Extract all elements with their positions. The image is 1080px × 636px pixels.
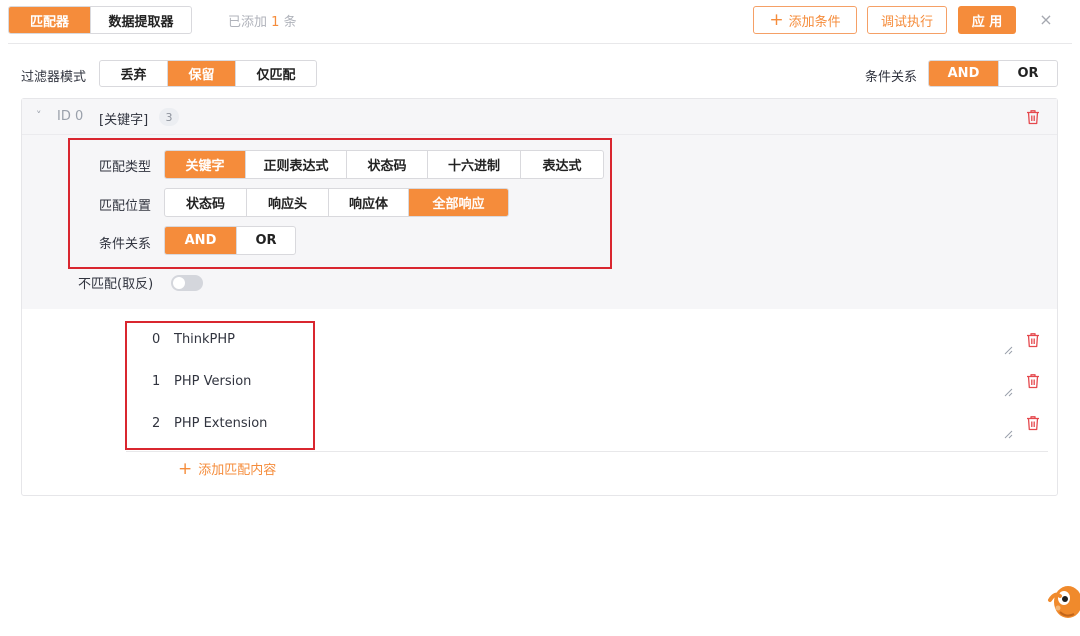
trash-icon[interactable] xyxy=(1026,373,1040,389)
debug-run-button[interactable]: 调试执行 xyxy=(867,6,947,34)
toggle-knob xyxy=(173,277,185,289)
close-icon[interactable]: × xyxy=(1035,8,1057,30)
highlight-box-config xyxy=(68,138,612,269)
matcher-id: ID 0 xyxy=(57,109,84,124)
resize-handle-icon[interactable] xyxy=(1003,387,1013,397)
highlight-box-items xyxy=(125,321,315,450)
condition-relation-label: 条件关系 xyxy=(865,70,918,85)
negate-label: 不匹配(取反) xyxy=(78,277,154,292)
plus-icon: + xyxy=(178,459,193,479)
resize-handle-icon[interactable] xyxy=(1003,345,1013,355)
add-match-content-button[interactable]: + 添加匹配内容 xyxy=(178,459,277,479)
matcher-type-tag: [关键字] xyxy=(99,113,149,128)
negate-toggle[interactable] xyxy=(171,275,203,291)
mascot-icon[interactable] xyxy=(1046,578,1080,628)
added-count: 1 xyxy=(271,15,280,30)
add-condition-button[interactable]: + 添加条件 xyxy=(753,6,857,34)
added-suffix: 条 xyxy=(283,15,297,30)
trash-icon[interactable] xyxy=(1026,332,1040,348)
add-condition-label: 添加条件 xyxy=(788,14,841,30)
filter-mode-discard[interactable]: 丢弃 xyxy=(100,61,168,86)
apply-button[interactable]: 应 用 xyxy=(958,6,1016,34)
condition-relation-selector: AND OR xyxy=(928,60,1058,87)
filter-mode-match-only[interactable]: 仅匹配 xyxy=(236,61,316,86)
trash-icon[interactable] xyxy=(1026,109,1040,125)
condition-relation-and[interactable]: AND xyxy=(929,61,999,86)
matcher-header[interactable]: ˅ ID 0 [关键字] 3 xyxy=(22,99,1057,135)
filter-mode-label: 过滤器模式 xyxy=(21,70,87,85)
resize-handle-icon[interactable] xyxy=(1003,429,1013,439)
added-prefix: 已添加 xyxy=(228,15,268,30)
plus-icon: + xyxy=(769,9,784,30)
filter-mode-selector: 丢弃 保留 仅匹配 xyxy=(99,60,317,87)
trash-icon[interactable] xyxy=(1026,415,1040,431)
top-tabs: 匹配器 数据提取器 xyxy=(8,6,192,34)
matcher-panel: ˅ ID 0 [关键字] 3 匹配类型 关键字 正则表达式 状态码 十六进制 表… xyxy=(21,98,1058,496)
add-match-content-label: 添加匹配内容 xyxy=(198,463,277,478)
top-bar: 匹配器 数据提取器 已添加 1 条 + 添加条件 调试执行 应 用 × xyxy=(8,0,1072,44)
tab-matcher[interactable]: 匹配器 xyxy=(9,7,91,33)
condition-relation-or[interactable]: OR xyxy=(999,61,1057,86)
tab-data-extractor[interactable]: 数据提取器 xyxy=(91,7,191,33)
added-count-text: 已添加 1 条 xyxy=(228,11,297,30)
chevron-down-icon[interactable]: ˅ xyxy=(36,109,42,122)
divider xyxy=(126,451,1048,452)
filter-mode-keep[interactable]: 保留 xyxy=(168,61,236,86)
matcher-count-badge: 3 xyxy=(159,108,179,126)
